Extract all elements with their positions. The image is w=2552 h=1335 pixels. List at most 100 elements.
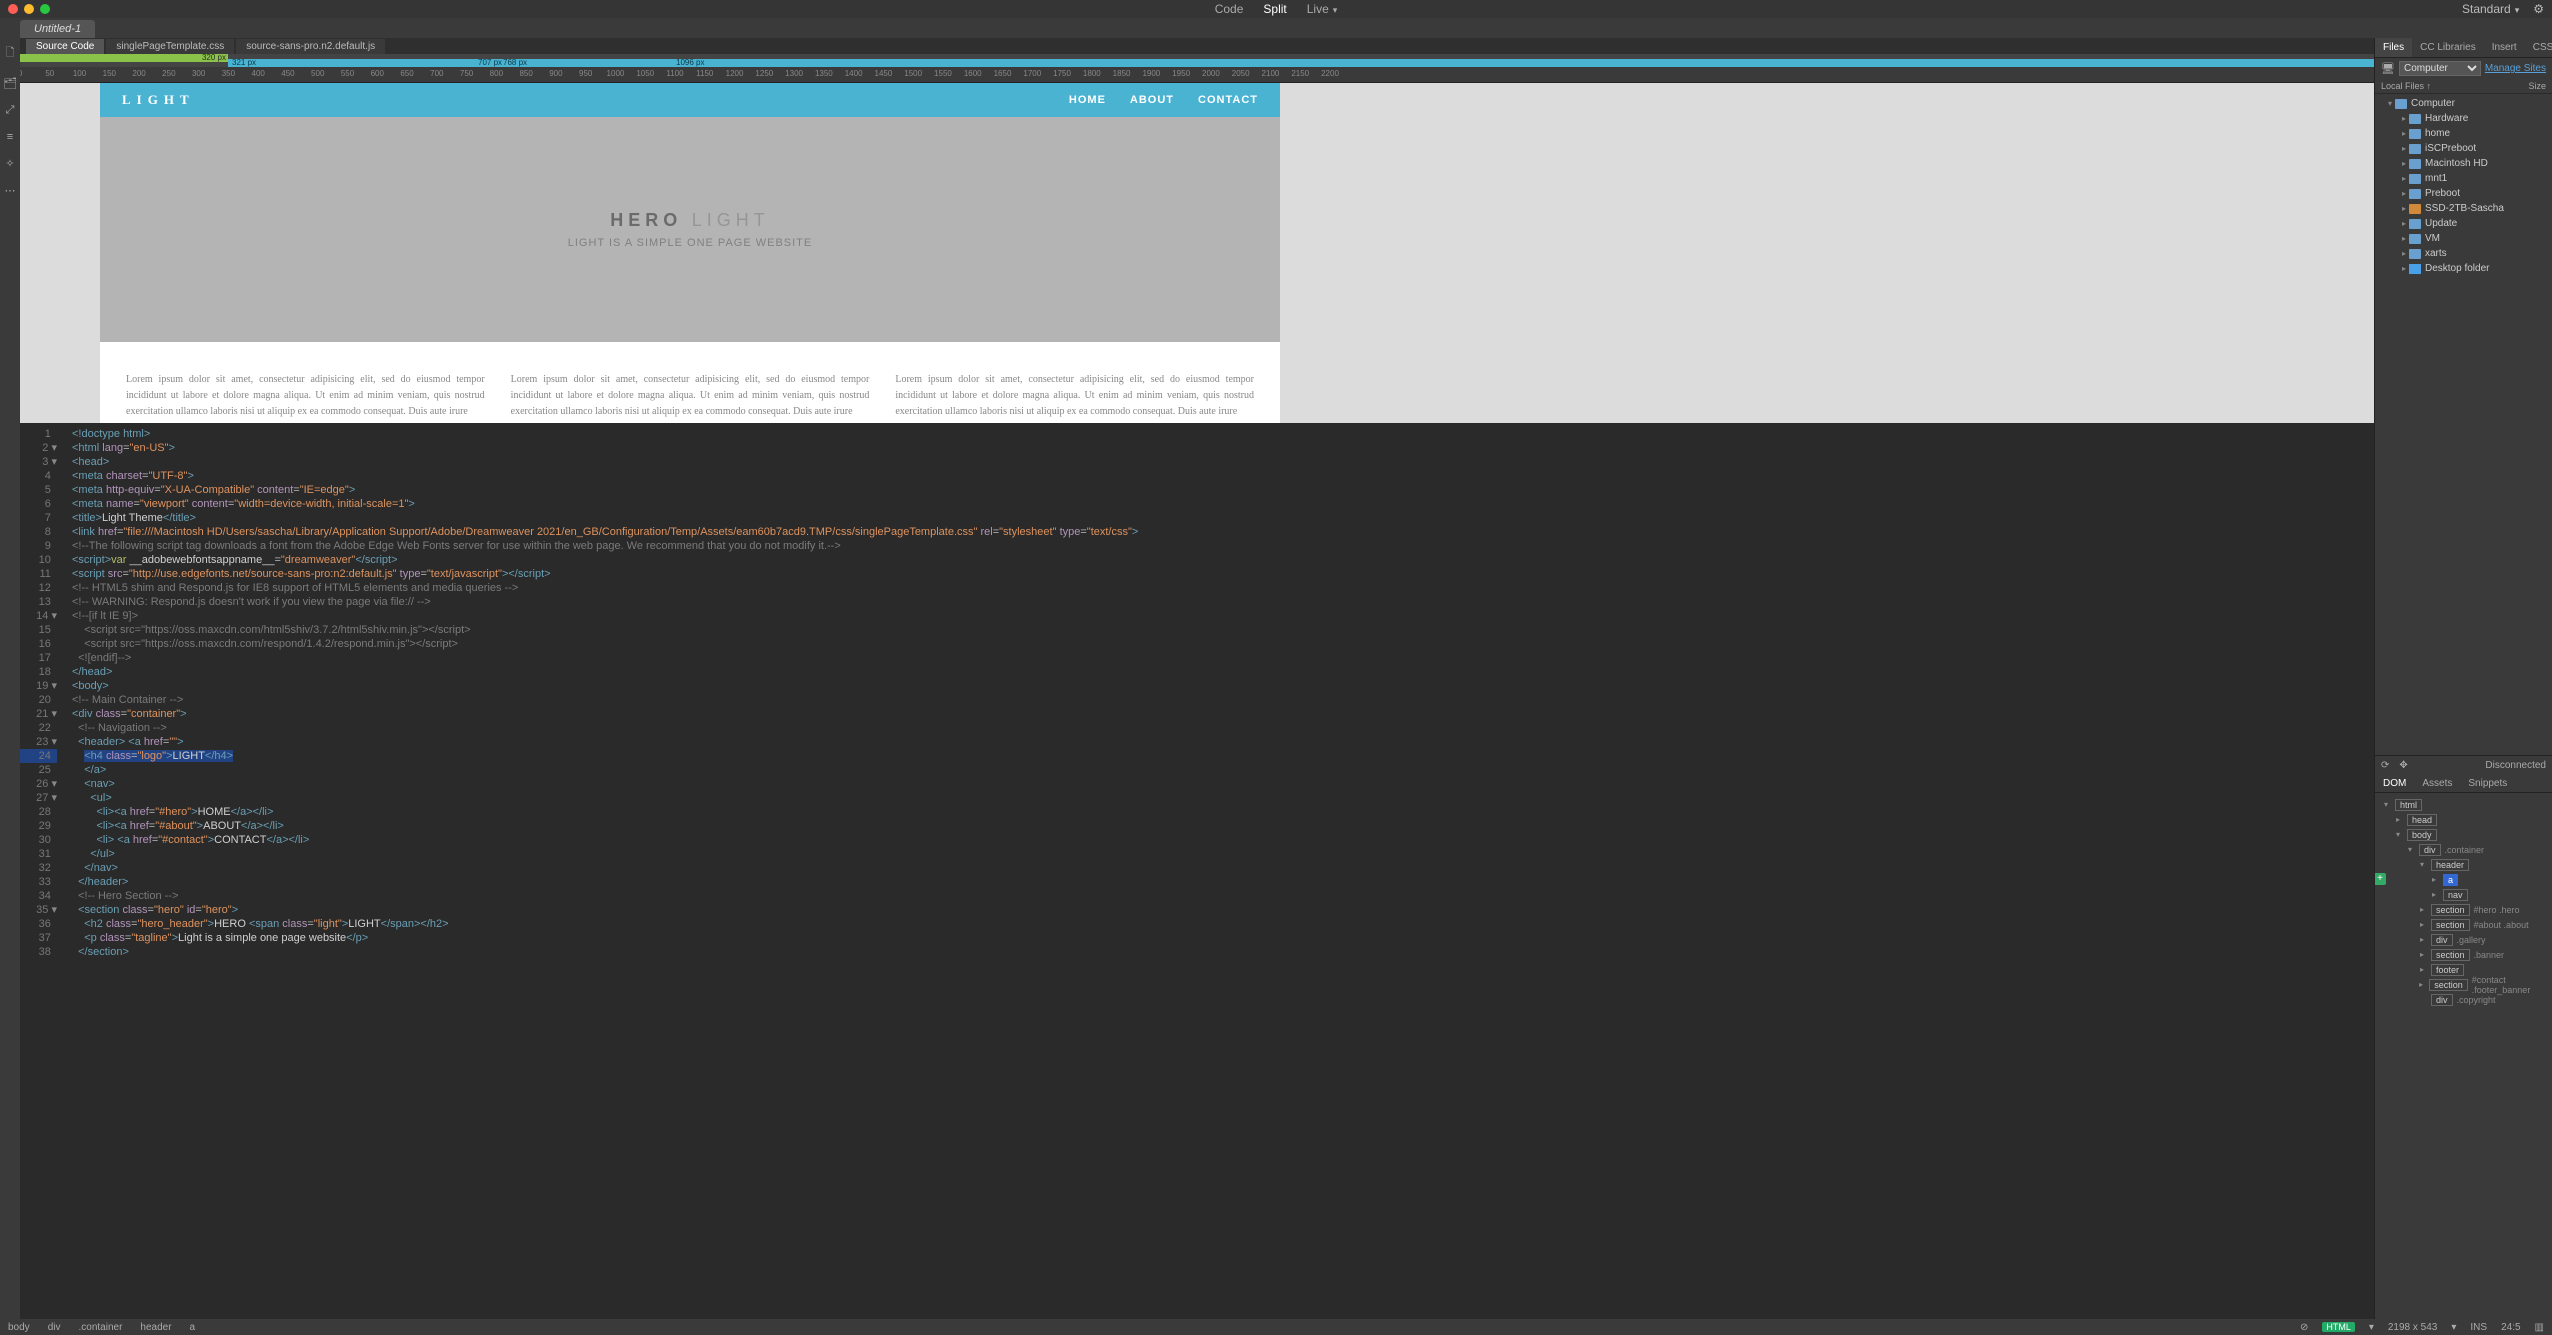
panel-tab[interactable]: CSS Designer	[2525, 38, 2552, 57]
code-line[interactable]: <head>	[72, 455, 1138, 469]
gutter-line[interactable]: 31	[20, 847, 57, 861]
site-dropdown[interactable]: Computer	[2399, 61, 2481, 76]
document-tab[interactable]: Untitled-1	[20, 20, 95, 38]
preview-nav-about[interactable]: ABOUT	[1130, 94, 1174, 106]
gutter-line[interactable]: 35 ▾	[20, 903, 57, 917]
dom-tree[interactable]: htmlheadbodydiv.containerheader+anavsect…	[2375, 793, 2552, 1011]
gutter-line[interactable]: 28	[20, 805, 57, 819]
code-line[interactable]: </head>	[72, 665, 1138, 679]
code-line[interactable]: <!-- Hero Section -->	[72, 889, 1138, 903]
code-line[interactable]: <script src="https://oss.maxcdn.com/resp…	[72, 637, 1138, 651]
code-line[interactable]: <!doctype html>	[72, 427, 1138, 441]
code-line[interactable]: <!-- WARNING: Respond.js doesn't work if…	[72, 595, 1138, 609]
gutter-line[interactable]: 14 ▾	[20, 609, 57, 623]
file-tab[interactable]: Source Code	[26, 39, 104, 54]
gutter-line[interactable]: 5	[20, 483, 57, 497]
gutter-line[interactable]: 2 ▾	[20, 441, 57, 455]
refresh-icon[interactable]	[2381, 760, 2389, 771]
dims-caret-icon[interactable]: ▾	[2451, 1322, 2456, 1333]
file-tree-row[interactable]: mnt1	[2377, 171, 2550, 186]
media-query-bar[interactable]: 320 px 321 px 707 px 768 px 1096 px	[20, 54, 2374, 67]
gutter-line[interactable]: 26 ▾	[20, 777, 57, 791]
dom-tag[interactable]: body	[2407, 829, 2437, 841]
panel-tab[interactable]: Insert	[2484, 38, 2525, 57]
dom-tree-row[interactable]: section.banner	[2377, 947, 2550, 962]
lang-badge[interactable]: HTML	[2322, 1322, 2355, 1332]
file-tree-row[interactable]: Preboot	[2377, 186, 2550, 201]
file-tree-row[interactable]: iSCPreboot	[2377, 141, 2550, 156]
file-icon[interactable]: 🗋	[6, 44, 15, 63]
dom-tree-row[interactable]: section#hero .hero	[2377, 902, 2550, 917]
code-line[interactable]: </header>	[72, 875, 1138, 889]
errors-icon[interactable]: ⊘	[2300, 1322, 2308, 1333]
gutter-line[interactable]: 38	[20, 945, 57, 959]
ruler[interactable]: ▼ 05010015020025030035040045050055060065…	[20, 67, 2374, 83]
gutter-line[interactable]: 36	[20, 917, 57, 931]
gutter-line[interactable]: 23 ▾	[20, 735, 57, 749]
dom-tag[interactable]: section	[2429, 979, 2468, 991]
code-line[interactable]: <script>var __adobewebfontsappname__="dr…	[72, 553, 1138, 567]
manage-sites-link[interactable]: Manage Sites	[2485, 63, 2546, 74]
code-line[interactable]: <ul>	[72, 791, 1138, 805]
dom-tag[interactable]: nav	[2443, 889, 2468, 901]
gutter-line[interactable]: 18	[20, 665, 57, 679]
workspace-switcher[interactable]: Standard	[2462, 2, 2519, 16]
gutter-line[interactable]: 33	[20, 875, 57, 889]
col-name[interactable]: Local Files ↑	[2381, 81, 2431, 91]
gutter-line[interactable]: 8	[20, 525, 57, 539]
file-tab[interactable]: source-sans-pro.n2.default.js	[236, 39, 385, 54]
gutter-line[interactable]: 25	[20, 763, 57, 777]
gutter-line[interactable]: 22	[20, 721, 57, 735]
code-line[interactable]: <!--[if lt IE 9]>	[72, 609, 1138, 623]
dom-panel-tab[interactable]: Snippets	[2460, 775, 2515, 792]
code-line[interactable]: <meta charset="UTF-8">	[72, 469, 1138, 483]
dom-tag[interactable]: html	[2395, 799, 2422, 811]
list-icon[interactable]: ≡	[7, 131, 13, 143]
code-line[interactable]: </ul>	[72, 847, 1138, 861]
preview-nav-contact[interactable]: CONTACT	[1198, 94, 1258, 106]
code-line[interactable]: </nav>	[72, 861, 1138, 875]
gutter-line[interactable]: 9	[20, 539, 57, 553]
file-tree-row[interactable]: xarts	[2377, 246, 2550, 261]
preview-nav-home[interactable]: HOME	[1069, 94, 1106, 106]
gutter-line[interactable]: 16	[20, 637, 57, 651]
crumb-div[interactable]: div	[48, 1322, 61, 1333]
collapse-icon[interactable]	[2399, 760, 2407, 771]
overflow-icon[interactable]: ▥	[2535, 1322, 2544, 1333]
dom-panel-tab[interactable]: DOM	[2375, 775, 2414, 792]
files-tree[interactable]: ComputerHardwarehomeiSCPrebootMacintosh …	[2375, 94, 2552, 755]
gutter-line[interactable]: 27 ▾	[20, 791, 57, 805]
code-line[interactable]: <li><a href="#about">ABOUT</a></li>	[72, 819, 1138, 833]
gutter-line[interactable]: 4	[20, 469, 57, 483]
dom-tree-row[interactable]: body	[2377, 827, 2550, 842]
dom-tag[interactable]: div	[2431, 934, 2453, 946]
crumb-container[interactable]: .container	[78, 1322, 122, 1333]
dom-tag[interactable]: div	[2431, 994, 2453, 1006]
code-line[interactable]: <meta name="viewport" content="width=dev…	[72, 497, 1138, 511]
file-tree-row[interactable]: SSD-2TB-Sascha	[2377, 201, 2550, 216]
code-line[interactable]: <body>	[72, 679, 1138, 693]
lang-caret-icon[interactable]: ▾	[2369, 1322, 2374, 1333]
code-editor[interactable]: 1 2 ▾3 ▾4 5 6 7 8 9 10 11 12 13 14 ▾15 1…	[20, 423, 2374, 1319]
gutter-line[interactable]: 11	[20, 567, 57, 581]
dom-panel-tab[interactable]: Assets	[2414, 775, 2460, 792]
media-query-segment-mobile[interactable]: 320 px	[20, 54, 228, 62]
gutter-line[interactable]: 30	[20, 833, 57, 847]
panel-tab[interactable]: CC Libraries	[2412, 38, 2484, 57]
preview-logo[interactable]: LIGHT	[122, 92, 195, 108]
media-query-segment-tablet[interactable]: 321 px 707 px 768 px 1096 px	[228, 59, 2374, 67]
gutter-line[interactable]: 13	[20, 595, 57, 609]
minimize-window-button[interactable]	[24, 4, 34, 14]
manage-icon[interactable]: 🗂	[3, 77, 17, 90]
maximize-window-button[interactable]	[40, 4, 50, 14]
code-line[interactable]: <!-- HTML5 shim and Respond.js for IE8 s…	[72, 581, 1138, 595]
file-tree-row[interactable]: home	[2377, 126, 2550, 141]
code-line[interactable]: <li><a href="#hero">HOME</a></li>	[72, 805, 1138, 819]
view-live[interactable]: Live	[1307, 2, 1338, 16]
code-line[interactable]: <meta http-equiv="X-UA-Compatible" conte…	[72, 483, 1138, 497]
code-line[interactable]: <div class="container">	[72, 707, 1138, 721]
close-window-button[interactable]	[8, 4, 18, 14]
dom-tree-row[interactable]: nav	[2377, 887, 2550, 902]
code-line[interactable]: </section>	[72, 945, 1138, 959]
gutter-line[interactable]: 34	[20, 889, 57, 903]
